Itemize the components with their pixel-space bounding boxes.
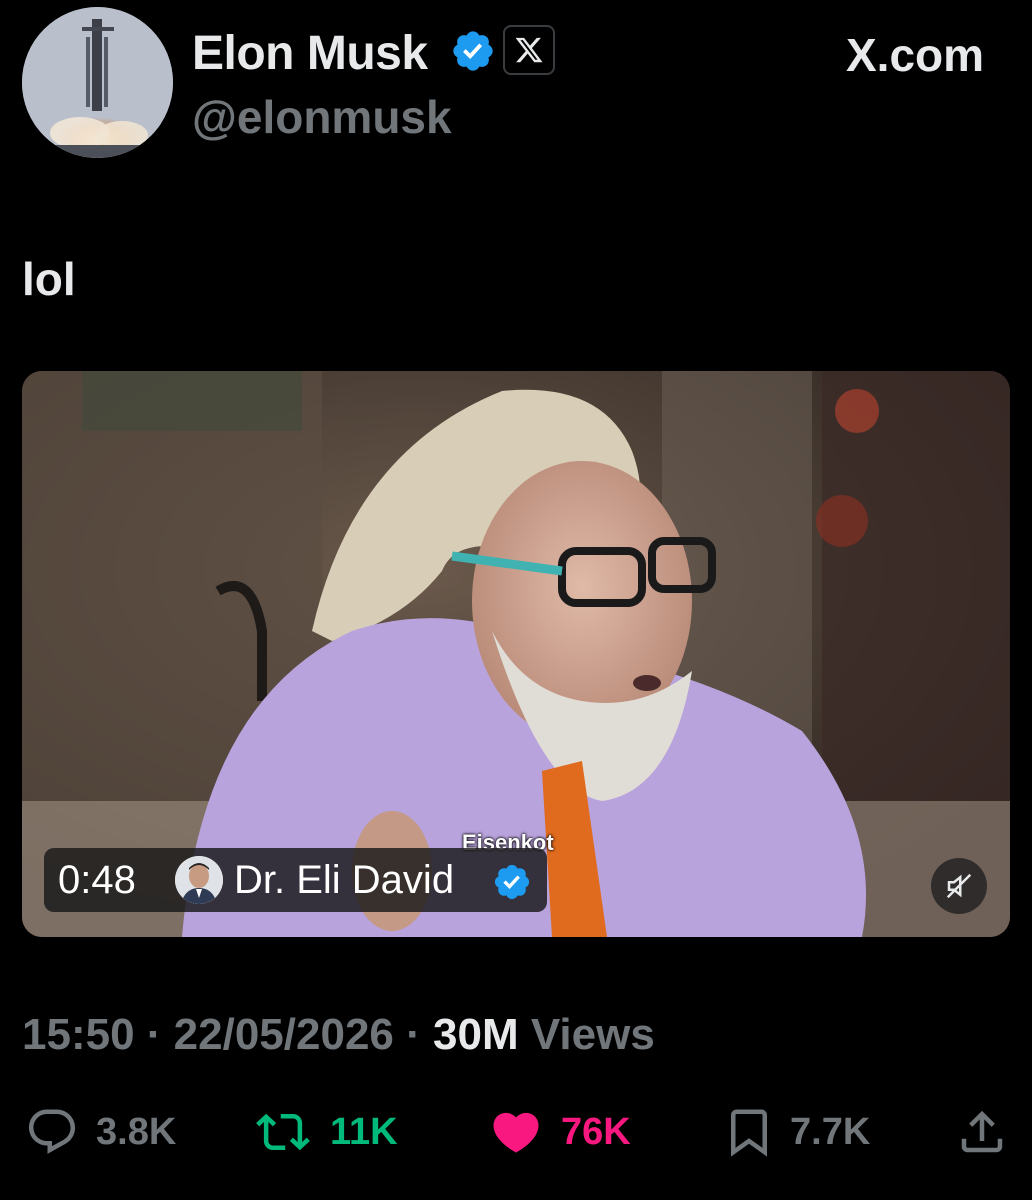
creator-name[interactable]: Dr. Eli David [234,858,454,903]
x-affiliate-icon[interactable] [503,25,555,75]
creator-avatar[interactable] [175,856,223,904]
like-button[interactable]: 76K [485,1105,631,1159]
speaker-muted-icon [946,873,972,899]
bookmark-count: 7.7K [790,1110,871,1153]
reply-icon [28,1109,76,1154]
bookmark-button[interactable]: 7.7K [722,1105,870,1159]
repost-icon [256,1113,310,1151]
tweet-text: lol [22,253,76,305]
reply-count: 3.8K [96,1110,177,1153]
author-handle[interactable]: @elonmusk [192,90,452,144]
bookmark-icon [731,1109,767,1157]
reply-button[interactable]: 3.8K [22,1105,176,1159]
repost-button[interactable]: 11K [250,1105,398,1159]
meta-separator: · [146,1010,162,1059]
share-icon [961,1110,1003,1153]
tweet-meta: 15:50 · 22/05/2026 · 30M Views [22,1010,655,1060]
share-button[interactable] [955,1105,1009,1159]
heart-filled-icon [493,1112,539,1153]
author-avatar[interactable] [22,7,173,158]
verified-badge-icon [450,28,496,74]
meta-separator: · [406,1010,421,1059]
tweet-time[interactable]: 15:50 [22,1010,135,1059]
creator-verified-badge-icon [492,862,532,902]
author-name[interactable]: Elon Musk [192,26,428,81]
tweet-date[interactable]: 22/05/2026 [174,1010,394,1059]
x-com-label: X.com [846,29,985,81]
views-count: 30M [433,1010,519,1059]
repost-count: 11K [330,1110,398,1153]
like-count: 76K [561,1110,631,1153]
video-duration: 0:48 [58,858,136,902]
views-label: Views [530,1010,655,1059]
mute-toggle-button[interactable] [931,858,987,914]
